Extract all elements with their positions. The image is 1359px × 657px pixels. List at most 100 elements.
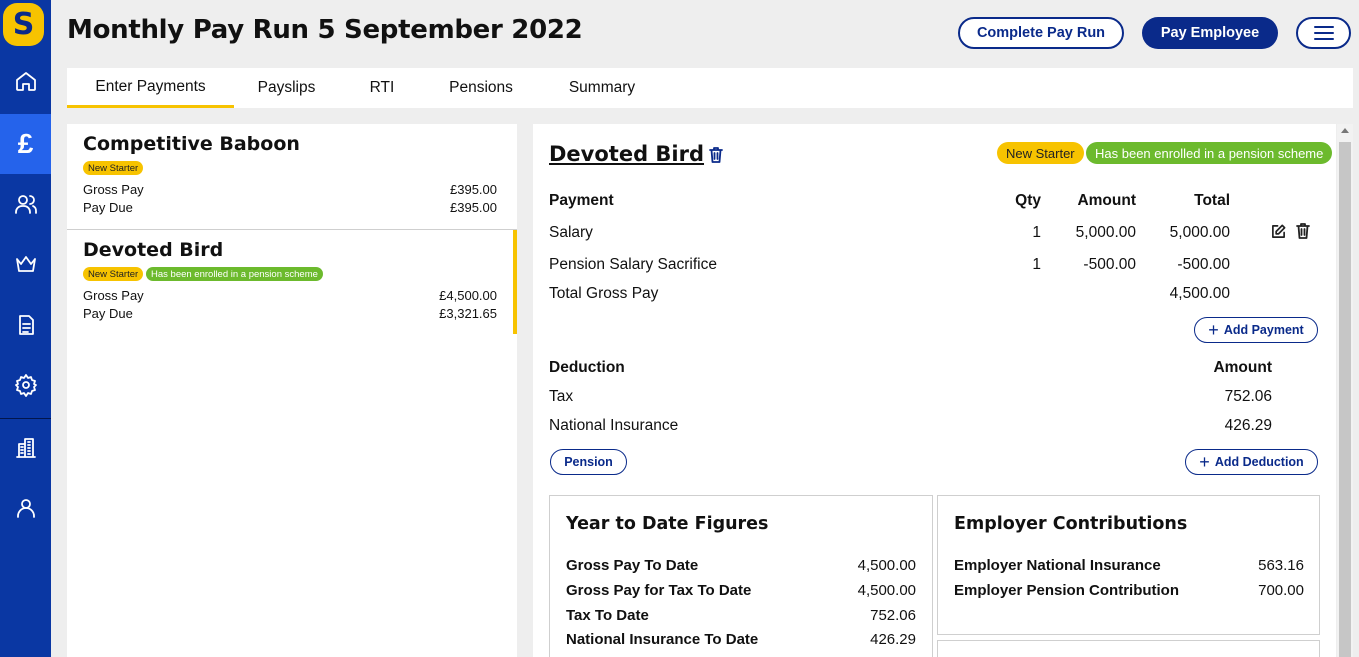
pay-due-value: £395.00 — [450, 200, 497, 215]
gross-pay-label: Gross Pay — [83, 182, 144, 197]
add-deduction-label: Add Deduction — [1214, 455, 1304, 469]
employer-contributions-card: Employer Contributions Employer National… — [937, 495, 1320, 635]
employer-row-label: Employer Pension Contribution — [954, 582, 1180, 599]
ytd-row-value: 426.29 — [870, 631, 916, 648]
pay-due-label: Pay Due — [83, 306, 133, 321]
nav-employees[interactable] — [0, 174, 51, 234]
payment-row-amount: 5,000.00 — [1075, 224, 1136, 241]
nav-company[interactable] — [0, 418, 51, 478]
new-starter-badge: New Starter — [997, 142, 1084, 164]
total-header: Total — [1194, 192, 1230, 209]
ytd-title: Year to Date Figures — [566, 514, 769, 534]
app-logo[interactable]: S — [3, 3, 44, 46]
building-icon — [15, 438, 36, 458]
deduction-row-label: National Insurance — [549, 417, 679, 434]
pay-due-value: £3,321.65 — [439, 306, 497, 321]
people-icon — [14, 195, 37, 214]
deduction-row-label: Tax — [549, 388, 574, 405]
employee-detail: Devoted Bird New Starter Has been enroll… — [533, 124, 1336, 657]
tab-enter-payments[interactable]: Enter Payments — [67, 68, 234, 108]
payment-row-label: Pension Salary Sacrifice — [549, 256, 717, 273]
tab-rti[interactable]: RTI — [351, 68, 413, 108]
nav-home[interactable] — [0, 51, 51, 111]
user-icon — [16, 499, 35, 518]
employee-card[interactable]: Competitive Baboon New Starter Gross Pay… — [67, 124, 517, 229]
gross-pay-row: Gross Pay £395.00 — [83, 182, 497, 197]
tab-summary[interactable]: Summary — [551, 68, 653, 108]
deduction-amount-header: Amount — [1213, 359, 1272, 376]
plus-icon: + — [1208, 320, 1219, 340]
add-payment-label: Add Payment — [1223, 323, 1304, 337]
pay-employee-button[interactable]: Pay Employee — [1142, 17, 1278, 49]
payment-row-qty: 1 — [1032, 256, 1041, 273]
ytd-row-label: Tax To Date — [566, 607, 649, 624]
complete-pay-run-button[interactable]: Complete Pay Run — [958, 17, 1124, 49]
employee-name: Competitive Baboon — [83, 133, 300, 155]
gross-pay-value: £4,500.00 — [439, 288, 497, 303]
employee-list: Competitive Baboon New Starter Gross Pay… — [67, 124, 517, 657]
tab-bar: Enter Payments Payslips RTI Pensions Sum… — [67, 68, 1353, 108]
tab-pensions[interactable]: Pensions — [433, 68, 529, 108]
tab-payslips[interactable]: Payslips — [239, 68, 334, 108]
new-starter-badge: New Starter — [83, 267, 144, 281]
pencil-icon — [1272, 224, 1286, 238]
ytd-row-value: 4,500.00 — [857, 557, 916, 574]
add-deduction-button[interactable]: + Add Deduction — [1185, 449, 1318, 475]
payment-row-amount: -500.00 — [1083, 256, 1136, 273]
gross-pay-value: £395.00 — [450, 182, 497, 197]
payment-header: Payment — [549, 192, 614, 209]
pay-due-row: Pay Due £395.00 — [83, 200, 497, 215]
payment-row-total: 5,000.00 — [1169, 224, 1230, 241]
home-icon — [15, 72, 36, 91]
plus-icon: + — [1199, 452, 1210, 472]
gross-pay-row: Gross Pay £4,500.00 — [83, 288, 497, 303]
employee-detail-name[interactable]: Devoted Bird — [549, 142, 704, 166]
hamburger-icon — [1313, 26, 1334, 40]
sidebar: S £ — [0, 0, 51, 657]
amount-header: Amount — [1077, 192, 1136, 209]
nav-settings[interactable] — [0, 355, 51, 415]
employee-card-selected[interactable]: Devoted Bird New Starter Has been enroll… — [67, 230, 517, 334]
pay-due-row: Pay Due £3,321.65 — [83, 306, 497, 321]
deduction-header: Deduction — [549, 359, 625, 376]
nav-account[interactable] — [0, 478, 51, 538]
gross-pay-label: Gross Pay — [83, 288, 144, 303]
nav-premium[interactable] — [0, 234, 51, 294]
pension-enrolled-badge: Has been enrolled in a pension scheme — [1086, 142, 1333, 164]
ytd-row-value: 4,500.00 — [857, 582, 916, 599]
nav-payroll[interactable]: £ — [0, 114, 51, 174]
document-icon — [18, 315, 34, 335]
next-card — [937, 640, 1320, 657]
ytd-row-label: Gross Pay for Tax To Date — [566, 582, 752, 599]
scrollbar-thumb[interactable] — [1339, 142, 1351, 657]
payment-row-qty: 1 — [1032, 224, 1041, 241]
ytd-row-label: National Insurance To Date — [566, 631, 759, 648]
employer-contributions-title: Employer Contributions — [954, 514, 1188, 534]
trash-icon — [1296, 223, 1310, 239]
employee-name: Devoted Bird — [83, 239, 224, 261]
gear-icon — [14, 374, 37, 397]
ytd-row-value: 752.06 — [870, 607, 916, 624]
total-gross-pay-label: Total Gross Pay — [549, 285, 659, 302]
pension-button[interactable]: Pension — [550, 449, 627, 475]
deduction-row-amount: 752.06 — [1224, 388, 1272, 405]
qty-header: Qty — [1015, 192, 1041, 209]
payment-row-label: Salary — [549, 224, 593, 241]
nav-reports[interactable] — [0, 295, 51, 355]
ytd-row-label: Gross Pay To Date — [566, 557, 699, 574]
pound-icon: £ — [17, 128, 34, 159]
pension-enrolled-badge: Has been enrolled in a pension scheme — [146, 267, 323, 281]
payment-row-total: -500.00 — [1177, 256, 1230, 273]
total-gross-pay-value: 4,500.00 — [1169, 285, 1230, 302]
employer-row-value: 700.00 — [1258, 582, 1304, 599]
delete-payment-icon[interactable] — [1296, 223, 1310, 239]
delete-employee-icon[interactable] — [709, 147, 723, 163]
scroll-up-arrow-icon[interactable] — [1341, 128, 1349, 133]
ytd-card: Year to Date Figures Gross Pay To Date 4… — [549, 495, 933, 657]
new-starter-badge: New Starter — [83, 161, 144, 175]
edit-payment-icon[interactable] — [1271, 224, 1286, 239]
add-payment-button[interactable]: + Add Payment — [1194, 317, 1318, 343]
page-title: Monthly Pay Run 5 September 2022 — [67, 15, 583, 45]
menu-button[interactable] — [1296, 17, 1351, 49]
employer-row-value: 563.16 — [1258, 557, 1304, 574]
